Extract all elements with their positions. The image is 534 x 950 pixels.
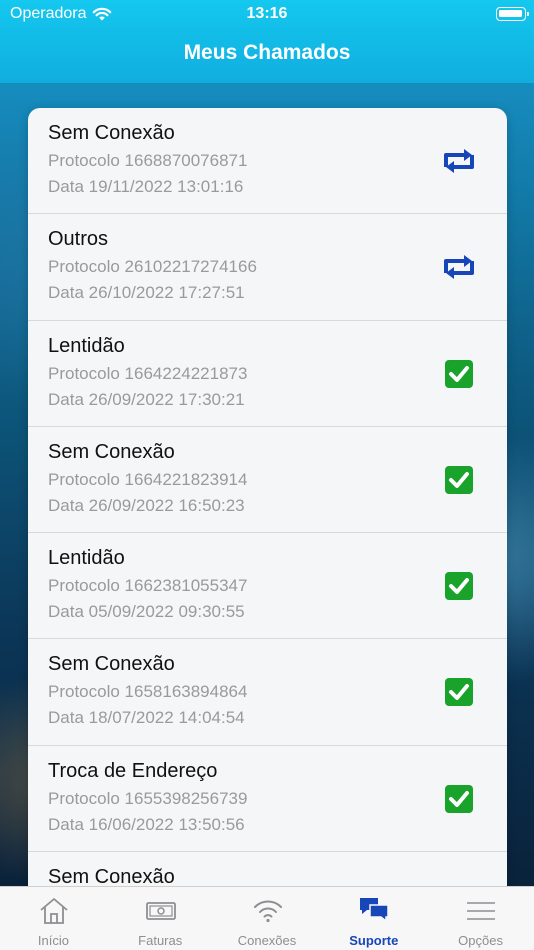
page-title: Meus Chamados (183, 41, 351, 64)
banknote-icon (145, 902, 176, 920)
check-icon (445, 465, 473, 494)
tickets-list: Sem Conexão Protocolo 1668870076871 Data… (28, 108, 507, 908)
ticket-title: Troca de Endereço (48, 759, 218, 782)
ticket-title: Sem Conexão (48, 122, 175, 144)
tab-label: Suporte (349, 933, 399, 948)
ticket-date: Data 26/10/2022 17:27:51 (48, 283, 245, 303)
ticket-protocol: Protocolo 1664221823914 (48, 469, 248, 489)
ticket-item[interactable]: Lentidão Protocolo 1664224221873 Data 26… (28, 321, 507, 427)
tab-suporte[interactable]: Suporte (320, 887, 427, 950)
check-icon (445, 359, 473, 388)
tab-conexoes[interactable]: Conexões (214, 887, 321, 950)
ticket-title: Sem Conexão (48, 653, 175, 676)
ticket-item[interactable]: Sem Conexão Protocolo 1668870076871 Data… (28, 108, 507, 215)
check-icon (445, 784, 473, 813)
ticket-title: Lentidão (48, 334, 125, 357)
chat-bubbles-icon (360, 898, 390, 923)
menu-icon (467, 902, 496, 920)
ticket-protocol: Protocolo 1655398256739 (48, 788, 248, 808)
status-time: 13:16 (246, 5, 288, 22)
ticket-item[interactable]: Lentidão Protocolo 1662381055347 Data 05… (28, 533, 507, 640)
tab-bar: Início Faturas Conexões Suporte Opções (0, 886, 534, 950)
ticket-protocol: Protocolo 1668870076871 (48, 151, 248, 170)
app-header: Operadora 13:16 Meus Chamados (0, 0, 534, 83)
ticket-date: Data 19/11/2022 13:01:16 (48, 177, 244, 196)
ticket-item[interactable]: Troca de Endereço Protocolo 165539825673… (28, 746, 507, 853)
wifi-icon (253, 900, 282, 923)
ticket-date: Data 18/07/2022 14:04:54 (48, 708, 245, 728)
tab-inicio[interactable]: Início (0, 887, 107, 950)
battery-icon (496, 7, 529, 21)
ticket-item[interactable]: Outros Protocolo 26102217274166 Data 26/… (28, 214, 507, 321)
ticket-date: Data 05/09/2022 09:30:55 (48, 602, 245, 622)
check-icon (445, 678, 473, 707)
ticket-protocol: Protocolo 26102217274166 (48, 257, 257, 277)
ticket-protocol: Protocolo 1662381055347 (48, 576, 248, 596)
ticket-title: Lentidão (48, 547, 125, 570)
ticket-title: Outros (48, 228, 109, 251)
tab-opcoes[interactable]: Opções (427, 887, 534, 950)
ticket-item[interactable]: Sem Conexão Protocolo 1658163894864 Data… (28, 639, 507, 746)
refresh-icon (444, 149, 474, 173)
tab-label: Faturas (138, 933, 183, 948)
ticket-protocol: Protocolo 1664224221873 (48, 363, 248, 383)
tab-faturas[interactable]: Faturas (107, 887, 214, 950)
ticket-date: Data 26/09/2022 16:50:23 (48, 495, 245, 515)
refresh-icon (444, 255, 474, 280)
tab-label: Início (37, 933, 69, 948)
check-icon (445, 572, 473, 601)
tab-label: Opções (458, 933, 503, 948)
ticket-date: Data 26/09/2022 17:30:21 (48, 389, 245, 409)
ticket-item[interactable]: Sem Conexão Protocolo 1664221823914 Data… (28, 427, 507, 534)
ticket-title: Sem Conexão (48, 440, 175, 463)
ticket-date: Data 16/06/2022 13:50:56 (48, 814, 245, 834)
status-bar: Operadora 13:16 (0, 0, 534, 30)
home-icon (40, 898, 68, 924)
ticket-protocol: Protocolo 1658163894864 (48, 682, 248, 702)
tab-label: Conexões (237, 933, 297, 948)
